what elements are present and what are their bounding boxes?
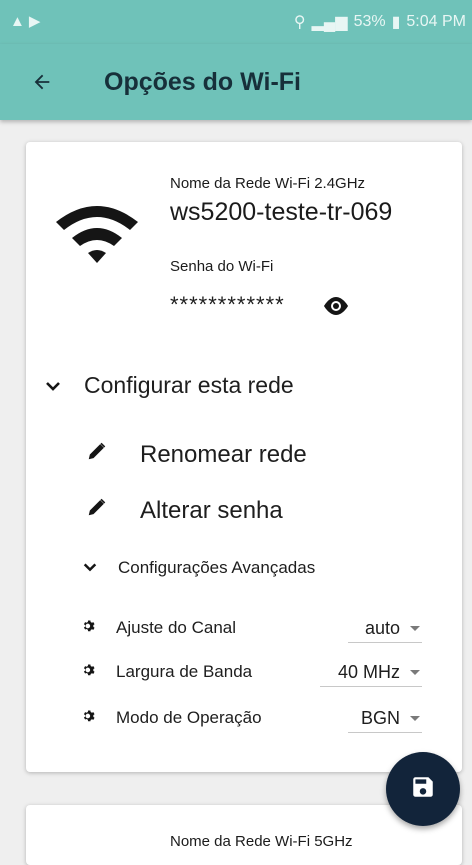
change-password-label: Alterar senha — [140, 496, 283, 524]
network-name-value: ws5200-teste-tr-069 — [170, 198, 393, 226]
location-icon: ⚲ — [293, 14, 306, 31]
setting-label: Largura de Banda — [116, 662, 253, 681]
pencil-icon — [86, 440, 108, 469]
save-button[interactable] — [386, 752, 460, 826]
status-bar: ▲▶ ⚲ ▂▄▆ 53% ▮ 5:04 PM — [0, 0, 472, 44]
battery-icon: ▮ — [391, 14, 401, 31]
password-label: Senha do Wi-Fi — [170, 258, 274, 275]
configure-network-toggle[interactable]: Configurar esta rede — [44, 372, 294, 399]
status-right: ⚲ ▂▄▆ 53% ▮ 5:04 PM — [294, 12, 466, 32]
eye-icon[interactable] — [322, 292, 350, 320]
operation-mode-select[interactable]: BGN — [348, 704, 422, 733]
dropdown-caret-icon — [410, 669, 420, 675]
signal-icon: ▂▄▆ — [311, 14, 348, 31]
select-value: auto — [364, 617, 400, 638]
clock: 5:04 PM — [406, 13, 466, 30]
dropdown-caret-icon — [410, 625, 420, 631]
play-icon: ▶ — [28, 13, 45, 30]
dropdown-caret-icon — [410, 715, 420, 721]
network-5g-name-label: Nome da Rede Wi-Fi 5GHz — [170, 833, 353, 850]
change-password-button[interactable]: Alterar senha — [86, 496, 283, 525]
select-value: BGN — [360, 707, 400, 728]
app-bar: Opções do Wi-Fi — [0, 44, 472, 120]
battery-level: 53% — [353, 13, 386, 30]
operation-mode-setting-row: Modo de Operação BGN — [82, 704, 422, 733]
advanced-settings-label: Configurações Avançadas — [118, 558, 316, 577]
select-value: 40 MHz — [337, 661, 400, 682]
bandwidth-select[interactable]: 40 MHz — [320, 658, 422, 687]
bandwidth-setting-row: Largura de Banda 40 MHz — [82, 658, 422, 687]
channel-setting-row: Ajuste do Canal auto — [82, 614, 422, 643]
save-icon — [410, 774, 436, 805]
gear-icon — [82, 618, 96, 638]
pencil-icon — [86, 496, 108, 525]
channel-select[interactable]: auto — [348, 614, 422, 643]
advanced-settings-toggle[interactable]: Configurações Avançadas — [82, 558, 315, 578]
chevron-down-icon — [82, 559, 100, 577]
setting-label: Modo de Operação — [116, 708, 262, 727]
gear-icon — [82, 708, 96, 728]
rename-network-button[interactable]: Renomear rede — [86, 440, 307, 469]
network-name-label: Nome da Rede Wi-Fi 2.4GHz — [170, 175, 366, 192]
wifi-icon — [52, 196, 142, 271]
setting-label: Ajuste do Canal — [116, 618, 237, 637]
page-title: Opções do Wi-Fi — [104, 68, 301, 96]
warning-icon: ▲ — [10, 13, 29, 30]
password-value: ************ — [170, 292, 285, 317]
rename-network-label: Renomear rede — [140, 440, 307, 468]
configure-network-label: Configurar esta rede — [84, 372, 294, 398]
chevron-down-icon — [44, 377, 62, 395]
gear-icon — [82, 662, 96, 682]
notification-icons: ▲▶ — [10, 12, 44, 30]
back-arrow-icon[interactable] — [24, 64, 60, 100]
